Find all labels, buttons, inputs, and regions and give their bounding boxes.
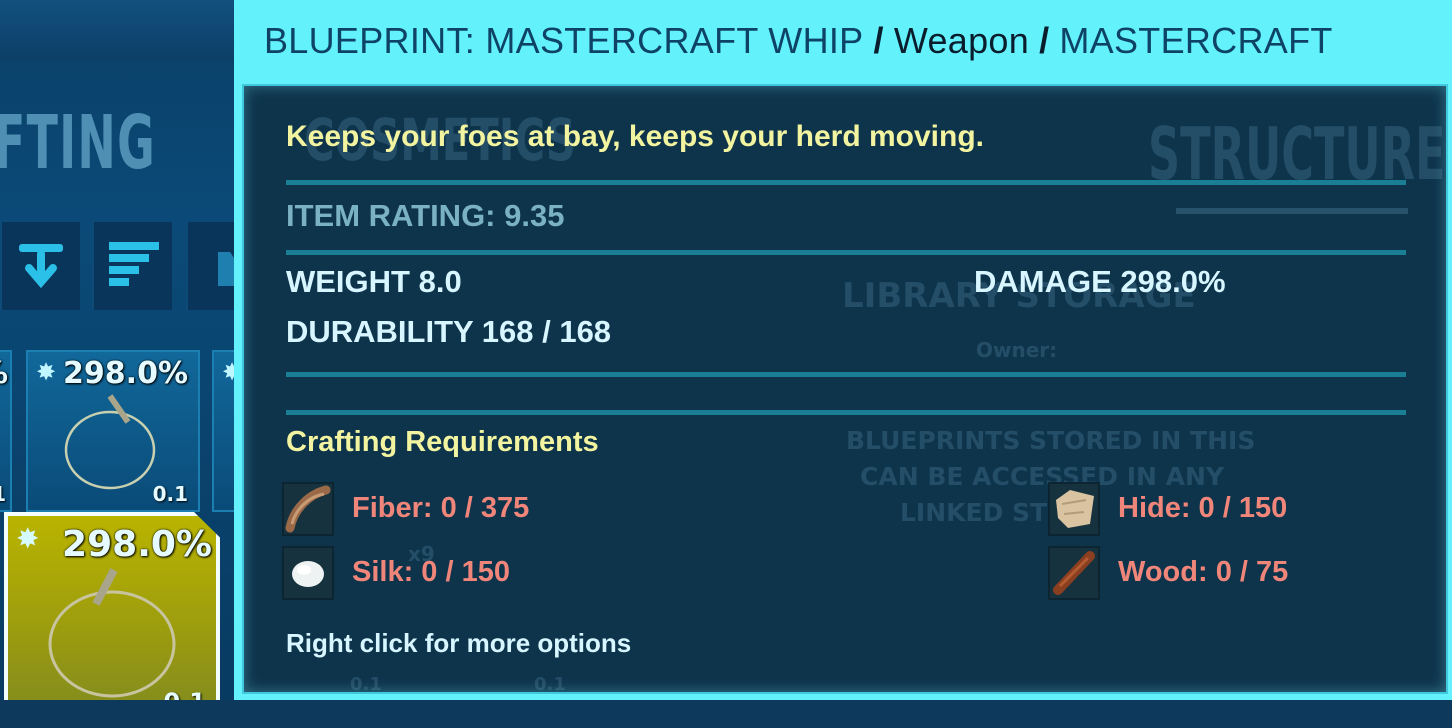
fiber-icon xyxy=(282,482,334,536)
slot-stat: 298.0% xyxy=(62,524,212,565)
ghost-blueprints-line: CAN BE ACCESSED IN ANY xyxy=(860,462,1225,491)
ghost-blueprints-line: LINKED STO xyxy=(900,498,1069,527)
wood-requirement: Wood: 0 / 75 xyxy=(1118,556,1289,588)
header-separator: / xyxy=(873,20,884,61)
slot-stat: 298.0% xyxy=(63,356,188,391)
item-name: BLUEPRINT: MASTERCRAFT WHIP xyxy=(264,20,864,61)
hide-icon xyxy=(1048,482,1100,536)
item-tooltip: BLUEPRINT: MASTERCRAFT WHIP / Weapon / MASTE… xyxy=(234,0,1452,700)
download-arrow-icon xyxy=(2,236,80,296)
right-click-hint: Right click for more options xyxy=(286,628,632,658)
bottom-strip xyxy=(0,700,1452,728)
ghost-underline xyxy=(1176,208,1408,214)
selected-inventory-slot[interactable]: ✸ 298.0% 0.1 xyxy=(4,512,220,724)
item-rating: ITEM RATING: 9.35 xyxy=(286,198,565,233)
divider xyxy=(286,372,1406,377)
sort-button[interactable] xyxy=(92,222,172,310)
ghost-owner-label: Owner: xyxy=(976,338,1058,362)
crafting-panel-title: FTING xyxy=(0,100,156,186)
ghost-blueprints-line: BLUEPRINTS STORED IN THIS xyxy=(846,426,1256,455)
damage-stat: DAMAGE 298.0% xyxy=(974,264,1226,299)
inventory-slot[interactable]: % 1 xyxy=(0,350,12,512)
inventory-slot[interactable]: ✸ 298.0% 0.1 xyxy=(26,350,200,512)
silk-icon xyxy=(282,546,334,600)
ghost-qty: 0.1 xyxy=(534,674,566,695)
divider xyxy=(286,410,1406,415)
item-description: Keeps your foes at bay, keeps your herd … xyxy=(286,120,984,153)
burst-icon: ✸ xyxy=(36,358,57,386)
hide-requirement: Hide: 0 / 150 xyxy=(1118,492,1288,524)
ghost-qty: 0.1 xyxy=(350,674,382,695)
divider xyxy=(286,250,1406,255)
silk-requirement: Silk: 0 / 150 xyxy=(352,556,510,588)
item-quality: MASTERCRAFT xyxy=(1059,20,1333,61)
header-separator: / xyxy=(1039,20,1050,61)
slot-stat: % xyxy=(0,356,8,391)
divider xyxy=(286,180,1406,185)
whip-icon xyxy=(64,394,156,490)
sort-lines-icon xyxy=(94,238,172,298)
burst-icon: ✸ xyxy=(16,522,40,555)
slot-quantity: 1 xyxy=(0,482,6,506)
wood-icon xyxy=(1048,546,1100,600)
tooltip-body: COSMETICS STRUCTURE LIBRARY STORAGE Owne… xyxy=(242,84,1448,695)
crafting-panel-topbar xyxy=(0,0,240,60)
slot-quantity: 0.1 xyxy=(152,482,188,506)
crafting-requirements-title: Crafting Requirements xyxy=(286,426,599,458)
weight-stat: WEIGHT 8.0 xyxy=(286,264,462,299)
transfer-button[interactable] xyxy=(0,222,80,310)
item-category: Weapon xyxy=(893,20,1030,61)
tooltip-header: BLUEPRINT: MASTERCRAFT WHIP / Weapon / MASTE… xyxy=(264,20,1333,70)
durability-stat: DURABILITY 168 / 168 xyxy=(286,314,612,349)
fiber-requirement: Fiber: 0 / 375 xyxy=(352,492,530,524)
